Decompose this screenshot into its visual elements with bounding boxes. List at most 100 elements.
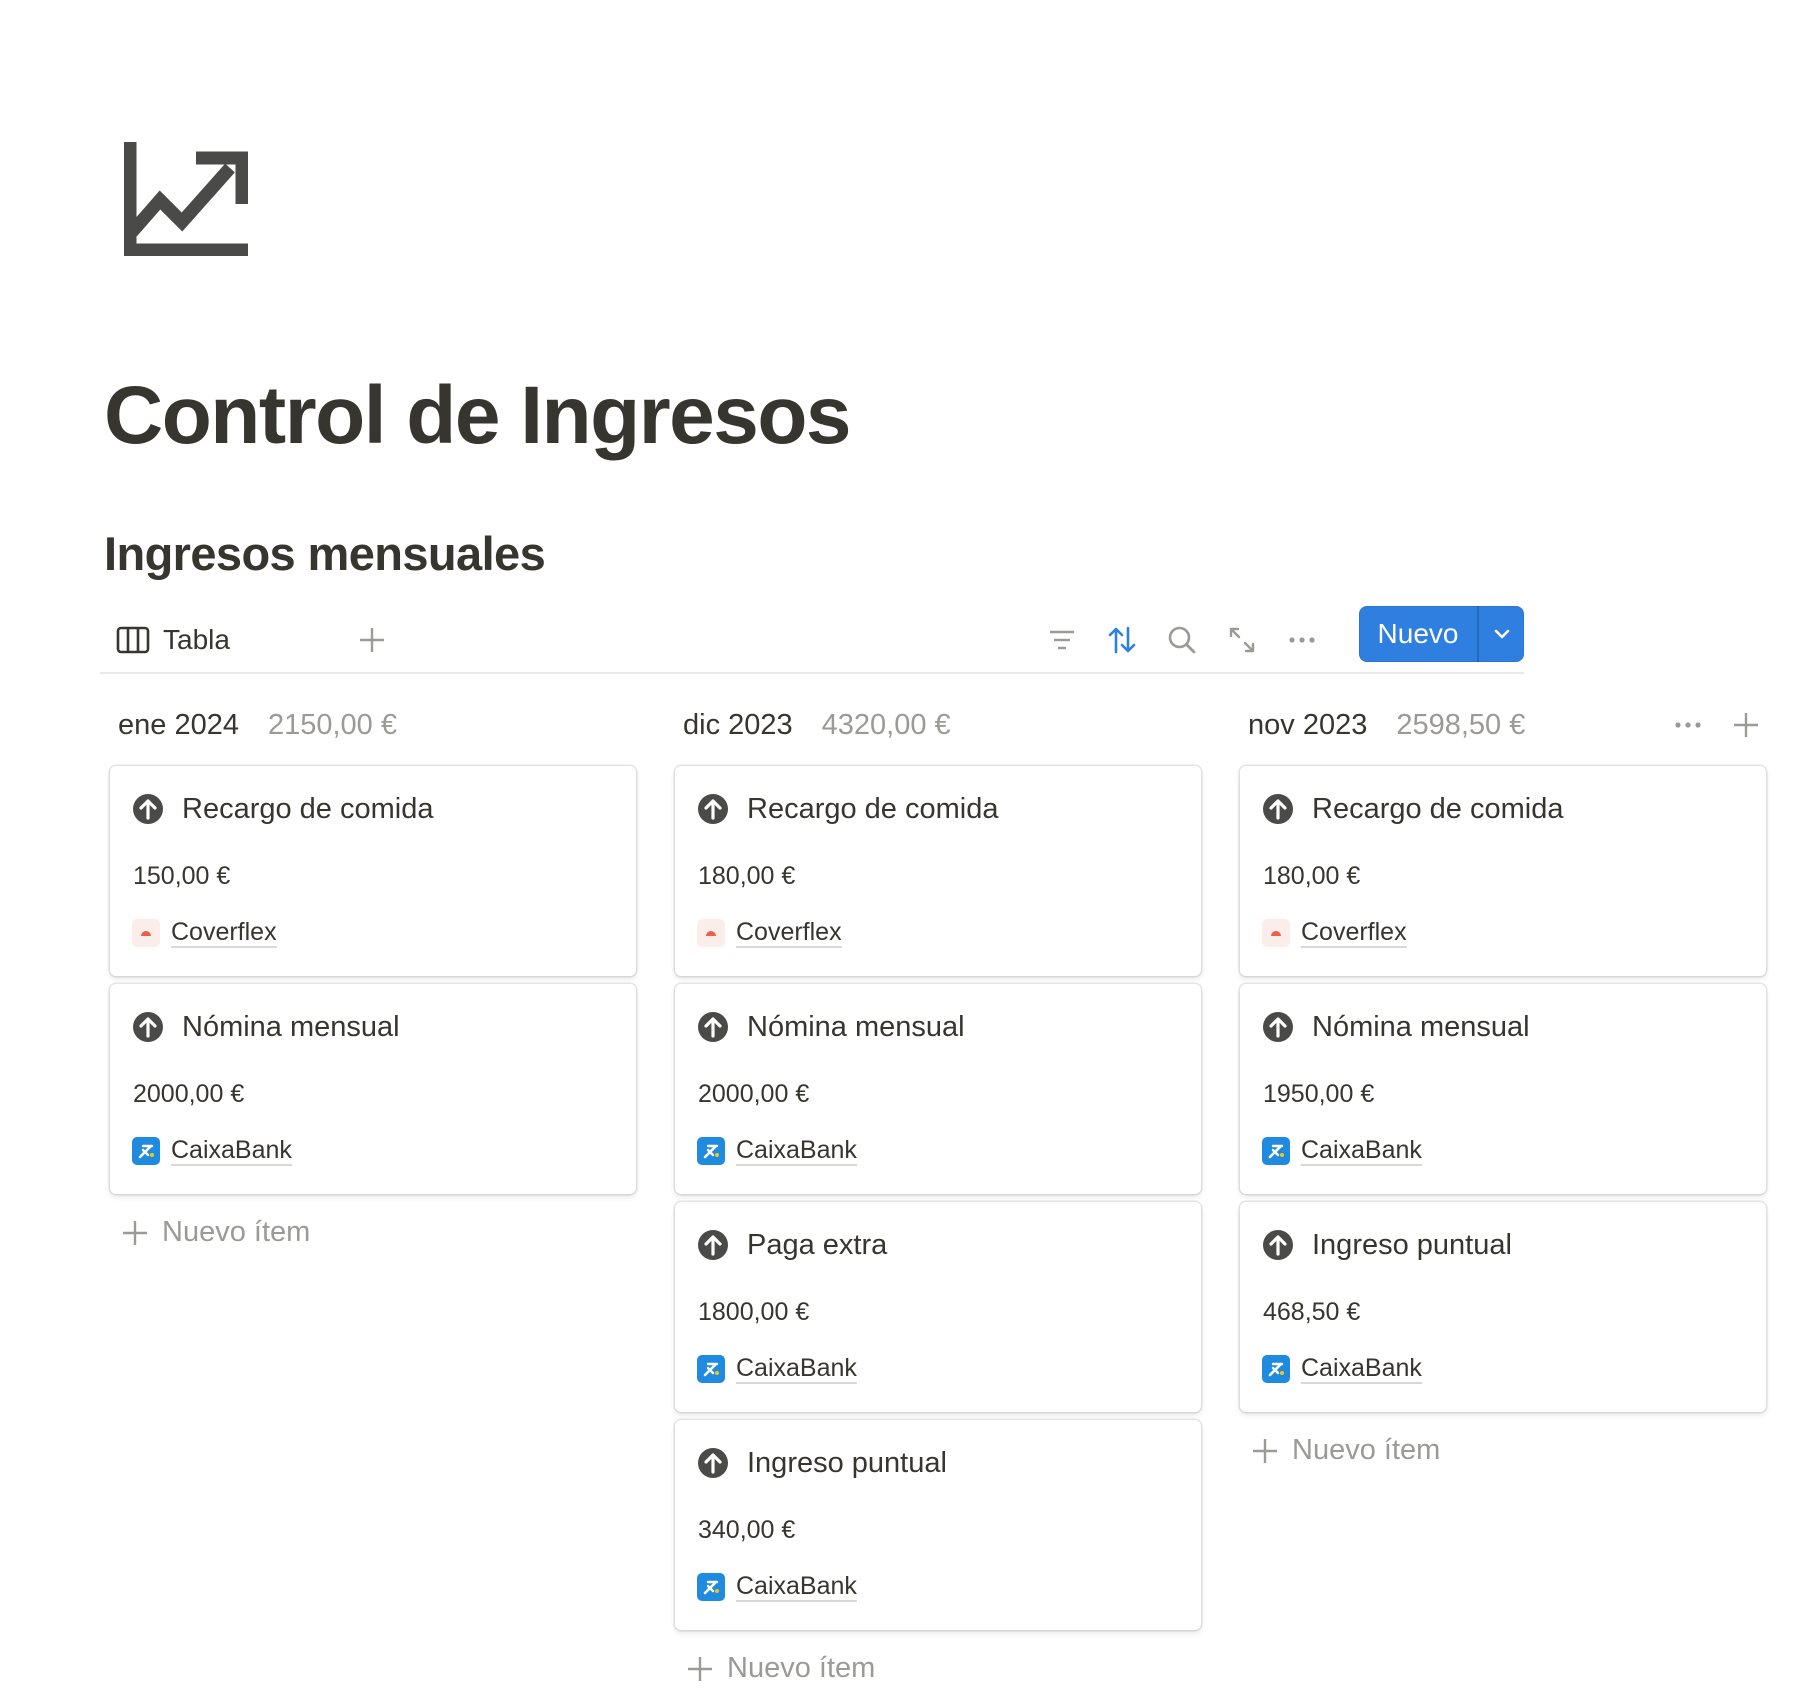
column-more-button[interactable]: [1668, 705, 1708, 745]
new-item-button[interactable]: Nuevo ítem: [687, 1652, 875, 1685]
filter-icon: [1050, 630, 1074, 650]
card-title: Paga extra: [747, 1228, 888, 1261]
column-sum: 4320,00 €: [821, 708, 951, 741]
add-group-button[interactable]: [1726, 705, 1766, 745]
card-amount: 180,00 €: [1263, 862, 1361, 890]
income-card[interactable]: Ingreso puntual 468,50 € CaixaBank: [1240, 1202, 1766, 1412]
column-title[interactable]: nov 2023: [1248, 709, 1367, 742]
card-title: Nómina mensual: [1312, 1010, 1530, 1043]
trending-up-chart-icon[interactable]: [123, 142, 249, 257]
database-toolbar: Tabla Nuevo: [100, 606, 1524, 674]
arrow-up-circle-icon: [133, 794, 163, 824]
plus-icon: [688, 1656, 712, 1681]
column-header: ene 2024 2150,00 €: [110, 700, 636, 750]
caixabank-logo-icon: [697, 1137, 725, 1165]
arrow-up-circle-icon: [698, 1012, 728, 1042]
card-amount: 1800,00 €: [698, 1298, 810, 1326]
card-title-row: Paga extra: [697, 1228, 887, 1262]
income-card[interactable]: Recargo de comida 180,00 € Coverflex: [1240, 766, 1766, 976]
card-title-row: Recargo de comida: [1262, 792, 1563, 826]
card-title: Ingreso puntual: [1312, 1228, 1512, 1261]
card-relation[interactable]: Coverflex: [132, 917, 277, 949]
card-relation[interactable]: CaixaBank: [132, 1135, 292, 1167]
relation-label: CaixaBank: [736, 1136, 857, 1166]
coverflex-logo-icon: [132, 919, 160, 947]
plus-icon: [1734, 713, 1758, 737]
card-title: Nómina mensual: [182, 1010, 400, 1043]
income-card[interactable]: Ingreso puntual 340,00 € CaixaBank: [675, 1420, 1201, 1630]
board-column: nov 2023 2598,50 € Recargo de comida 180,00…: [1240, 700, 1766, 1466]
board-view-icon: [116, 626, 150, 654]
card-relation[interactable]: Coverflex: [1262, 917, 1407, 949]
arrow-up-circle-icon: [1263, 1230, 1293, 1260]
relation-label: Coverflex: [736, 918, 842, 948]
sort-button[interactable]: [1102, 620, 1142, 660]
card-relation[interactable]: CaixaBank: [1262, 1135, 1422, 1167]
view-tab-tabla[interactable]: Tabla: [116, 620, 230, 660]
more-horizontal-icon: [1675, 722, 1701, 728]
card-amount: 150,00 €: [133, 862, 231, 890]
income-card[interactable]: Paga extra 1800,00 € CaixaBank: [675, 1202, 1201, 1412]
arrow-up-circle-icon: [698, 1448, 728, 1478]
card-title: Recargo de comida: [1312, 792, 1564, 825]
new-button[interactable]: Nuevo: [1359, 606, 1477, 662]
column-title[interactable]: dic 2023: [683, 709, 793, 742]
relation-label: CaixaBank: [736, 1354, 857, 1384]
relation-label: Coverflex: [1301, 918, 1407, 948]
card-relation[interactable]: CaixaBank: [697, 1571, 857, 1603]
expand-button[interactable]: [1222, 620, 1262, 660]
caixabank-logo-icon: [132, 1137, 160, 1165]
card-amount: 468,50 €: [1263, 1298, 1361, 1326]
plus-icon: [1253, 1438, 1277, 1463]
chevron-down-icon: [1494, 629, 1509, 639]
new-button-dropdown[interactable]: [1479, 606, 1524, 662]
income-card[interactable]: Nómina mensual 2000,00 € CaixaBank: [110, 984, 636, 1194]
new-item-button[interactable]: Nuevo ítem: [122, 1216, 310, 1249]
search-button[interactable]: [1162, 620, 1202, 660]
new-item-label: Nuevo ítem: [1292, 1434, 1441, 1466]
card-title-row: Nómina mensual: [1262, 1010, 1530, 1044]
relation-label: CaixaBank: [171, 1136, 292, 1166]
page: Control de Ingresos Ingresos mensuales T…: [0, 0, 1806, 1698]
income-card[interactable]: Nómina mensual 2000,00 € CaixaBank: [675, 984, 1201, 1194]
board-column: ene 2024 2150,00 € Recargo de comida 150,00…: [110, 700, 636, 1248]
add-view-button[interactable]: [356, 620, 388, 660]
plus-icon: [123, 1220, 147, 1245]
arrow-up-circle-icon: [1263, 1012, 1293, 1042]
card-title-row: Recargo de comida: [132, 792, 433, 826]
column-sum: 2598,50 €: [1396, 708, 1526, 741]
card-relation[interactable]: Coverflex: [697, 917, 842, 949]
coverflex-logo-icon: [697, 919, 725, 947]
more-options-button[interactable]: [1282, 620, 1322, 660]
coverflex-logo-icon: [1262, 919, 1290, 947]
column-title[interactable]: ene 2024: [118, 709, 239, 742]
new-item-label: Nuevo ítem: [727, 1652, 876, 1684]
arrow-up-circle-icon: [698, 794, 728, 824]
page-title[interactable]: Control de Ingresos: [104, 368, 852, 464]
card-relation[interactable]: CaixaBank: [697, 1135, 857, 1167]
filter-button[interactable]: [1042, 620, 1082, 660]
income-card[interactable]: Recargo de comida 180,00 € Coverflex: [675, 766, 1201, 976]
caixabank-logo-icon: [1262, 1355, 1290, 1383]
search-icon: [1168, 626, 1196, 654]
arrow-up-circle-icon: [133, 1012, 163, 1042]
income-card[interactable]: Nómina mensual 1950,00 € CaixaBank: [1240, 984, 1766, 1194]
card-title: Nómina mensual: [747, 1010, 965, 1043]
income-card[interactable]: Recargo de comida 150,00 € Coverflex: [110, 766, 636, 976]
card-relation[interactable]: CaixaBank: [1262, 1353, 1422, 1385]
column-actions: [1668, 705, 1766, 745]
card-amount: 340,00 €: [698, 1516, 796, 1544]
caixabank-logo-icon: [1262, 1137, 1290, 1165]
expand-icon: [1229, 627, 1255, 653]
caixabank-logo-icon: [697, 1573, 725, 1601]
caixabank-logo-icon: [697, 1355, 725, 1383]
more-horizontal-icon: [1289, 637, 1315, 643]
sort-icon: [1108, 626, 1136, 654]
database-title[interactable]: Ingresos mensuales: [104, 524, 546, 584]
card-amount: 1950,00 €: [1263, 1080, 1375, 1108]
card-title-row: Recargo de comida: [697, 792, 998, 826]
new-item-button[interactable]: Nuevo ítem: [1252, 1434, 1440, 1467]
plus-icon: [360, 628, 384, 652]
board-column: dic 2023 4320,00 € Recargo de comida 180,00…: [675, 700, 1201, 1684]
card-relation[interactable]: CaixaBank: [697, 1353, 857, 1385]
